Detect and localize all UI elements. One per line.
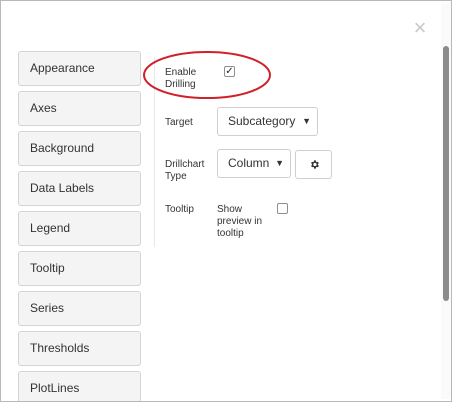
chart-settings-dialog: × Appearance Axes Background Data Labels…	[0, 0, 452, 402]
drillchart-type-select-value: Column	[228, 156, 270, 170]
nav-item-thresholds[interactable]: Thresholds	[18, 331, 141, 366]
caret-down-icon: ▼	[275, 158, 284, 168]
settings-nav: Appearance Axes Background Data Labels L…	[18, 51, 141, 401]
scrollbar-thumb[interactable]	[443, 46, 449, 301]
nav-item-appearance[interactable]: Appearance	[18, 51, 141, 86]
nav-item-tooltip[interactable]: Tooltip	[18, 251, 141, 286]
drillchart-type-label: Drillchart Type	[165, 159, 205, 182]
caret-down-icon: ▼	[302, 116, 311, 126]
close-icon[interactable]: ×	[411, 17, 429, 39]
target-select-value: Subcategory	[228, 114, 296, 128]
nav-item-data-labels[interactable]: Data Labels	[18, 171, 141, 206]
nav-item-axes[interactable]: Axes	[18, 91, 141, 126]
nav-item-plotlines[interactable]: PlotLines	[18, 371, 141, 401]
drillchart-settings-button[interactable]	[295, 150, 332, 179]
tooltip-label: Tooltip	[165, 204, 194, 215]
gear-icon	[311, 160, 319, 169]
nav-item-series[interactable]: Series	[18, 291, 141, 326]
show-preview-checkbox[interactable]	[277, 203, 288, 214]
drillchart-type-select[interactable]: Column ▼	[217, 149, 291, 178]
target-label: Target	[165, 117, 193, 128]
nav-item-legend[interactable]: Legend	[18, 211, 141, 246]
nav-item-background[interactable]: Background	[18, 131, 141, 166]
annotation-ellipse	[143, 51, 271, 99]
target-select[interactable]: Subcategory ▼	[217, 107, 318, 136]
show-preview-label: Show preview in tooltip	[217, 204, 263, 239]
